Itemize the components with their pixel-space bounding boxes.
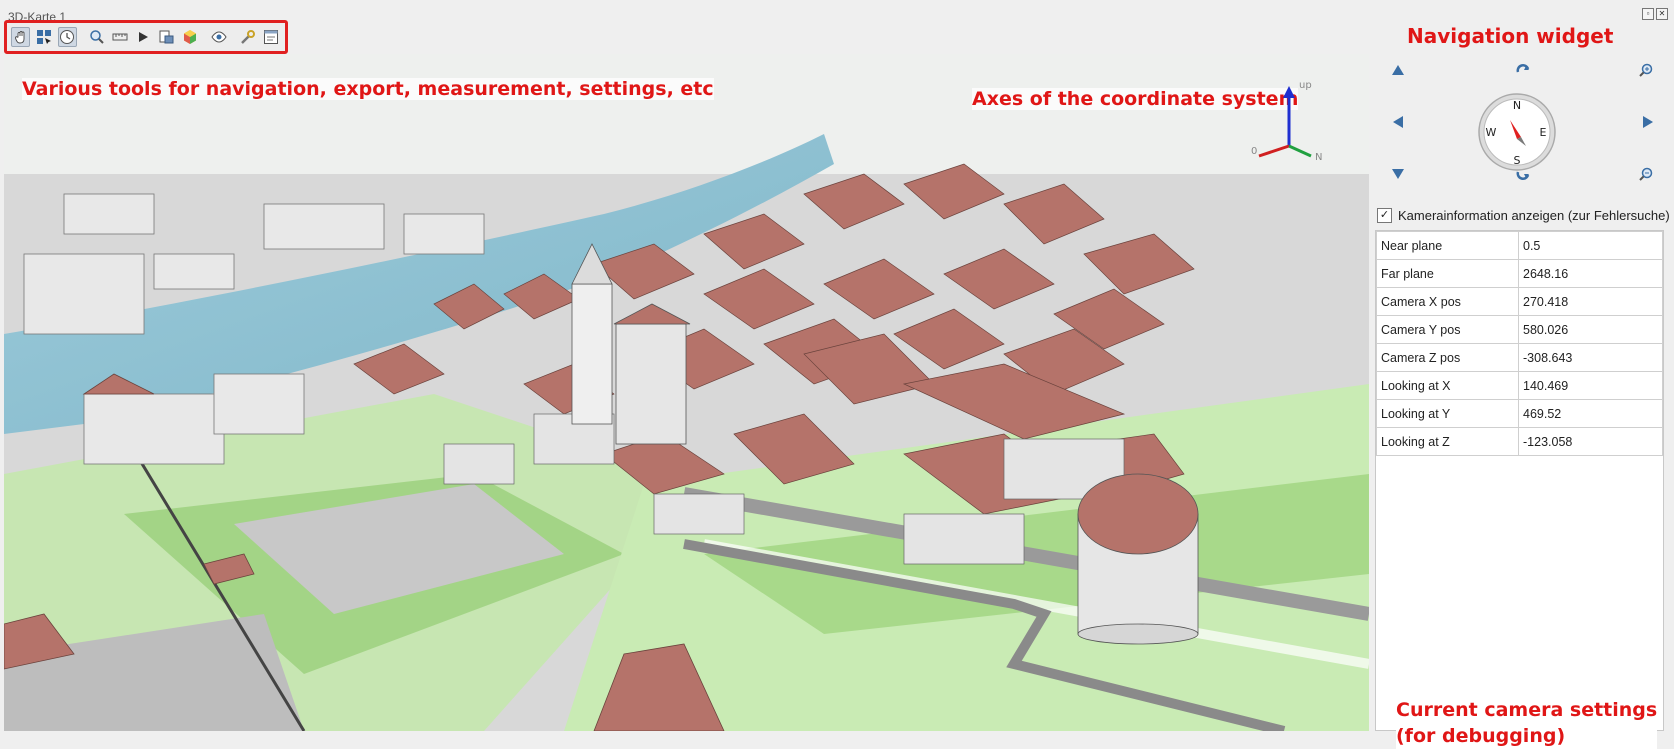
pan-hand-icon[interactable] [11, 27, 31, 47]
table-row: Near plane 0.5 [1376, 231, 1663, 260]
annotation-camera-line1: Current camera settings [1396, 699, 1658, 721]
annotation-navigation: Navigation widget [1407, 24, 1614, 48]
move-left-icon[interactable] [1390, 114, 1406, 130]
cell-key: Far plane [1376, 259, 1519, 288]
table-row: Looking at Y 469.52 [1376, 399, 1663, 428]
map-3d-viewport[interactable]: Various tools for navigation, export, me… [4, 54, 1369, 731]
table-row: Camera Y pos 580.026 [1376, 315, 1663, 344]
cell-value: -123.058 [1518, 427, 1663, 456]
measure-line-icon[interactable] [110, 27, 129, 47]
3d-object-icon[interactable] [180, 27, 199, 47]
axis-up-label: up [1299, 80, 1312, 91]
move-right-icon[interactable] [1640, 114, 1656, 130]
options-panel-icon[interactable] [262, 27, 281, 47]
coordinate-axes-gizmo: up N 0 [1251, 80, 1322, 163]
compass-e: E [1540, 126, 1547, 139]
compass-n: N [1513, 99, 1521, 112]
cell-value: 469.52 [1518, 399, 1663, 428]
float-window-icon[interactable]: ▫ [1642, 8, 1654, 20]
play-icon[interactable] [134, 27, 153, 47]
annotation-camera-line2: (for debugging) [1396, 725, 1566, 747]
zoom-in-icon[interactable] [1638, 62, 1654, 78]
cell-value: -308.643 [1518, 343, 1663, 372]
rotate-cw-icon[interactable] [1515, 62, 1531, 78]
table-row: Far plane 2648.16 [1376, 259, 1663, 288]
table-row: Looking at X 140.469 [1376, 371, 1663, 400]
cell-key: Looking at Y [1376, 399, 1519, 428]
cell-key: Looking at Z [1376, 427, 1519, 456]
cell-key: Near plane [1376, 231, 1519, 260]
tilt-down-icon[interactable] [1390, 166, 1406, 182]
compass-icon[interactable]: N S E W [1477, 92, 1557, 172]
navigation-panel: Navigation widget N S E W ✓ Kamerainform… [1369, 24, 1674, 749]
settings-wrench-icon[interactable] [238, 27, 257, 47]
table-row: Camera Z pos -308.643 [1376, 343, 1663, 372]
table-row: Camera X pos 270.418 [1376, 287, 1663, 316]
zoom-full-icon[interactable] [87, 27, 106, 47]
axis-origin-label: 0 [1251, 146, 1257, 157]
camera-info-checkbox[interactable]: ✓ [1377, 208, 1392, 223]
annotation-camera: Current camera settings (for debugging) [1396, 697, 1658, 749]
cell-key: Camera X pos [1376, 287, 1519, 316]
camera-info-checkbox-row[interactable]: ✓ Kamerainformation anzeigen (zur Fehler… [1377, 208, 1670, 223]
city-scene [4, 54, 1369, 731]
table-row: Looking at Z -123.058 [1376, 427, 1663, 456]
compass-w: W [1486, 126, 1497, 139]
identify-icon[interactable] [34, 27, 53, 47]
export-scene-icon[interactable] [157, 27, 176, 47]
close-icon[interactable]: ✕ [1656, 8, 1668, 20]
cell-value: 2648.16 [1518, 259, 1663, 288]
tilt-up-icon[interactable] [1390, 62, 1406, 78]
toolbar [4, 20, 288, 54]
axis-north-label: N [1315, 152, 1322, 163]
cell-key: Looking at X [1376, 371, 1519, 400]
camera-info-checkbox-label: Kamerainformation anzeigen (zur Fehlersu… [1398, 208, 1670, 223]
camera-view-icon[interactable] [209, 27, 228, 47]
cell-value: 270.418 [1518, 287, 1663, 316]
animation-clock-icon[interactable] [57, 27, 78, 47]
annotation-tools: Various tools for navigation, export, me… [22, 78, 714, 100]
cell-key: Camera Y pos [1376, 315, 1519, 344]
compass-s: S [1514, 154, 1521, 167]
zoom-out-icon[interactable] [1638, 166, 1654, 182]
cell-key: Camera Z pos [1376, 343, 1519, 372]
cell-value: 140.469 [1518, 371, 1663, 400]
cell-value: 580.026 [1518, 315, 1663, 344]
cell-value: 0.5 [1518, 231, 1663, 260]
camera-info-table: Near plane 0.5 Far plane 2648.16 Camera X … [1375, 230, 1664, 749]
